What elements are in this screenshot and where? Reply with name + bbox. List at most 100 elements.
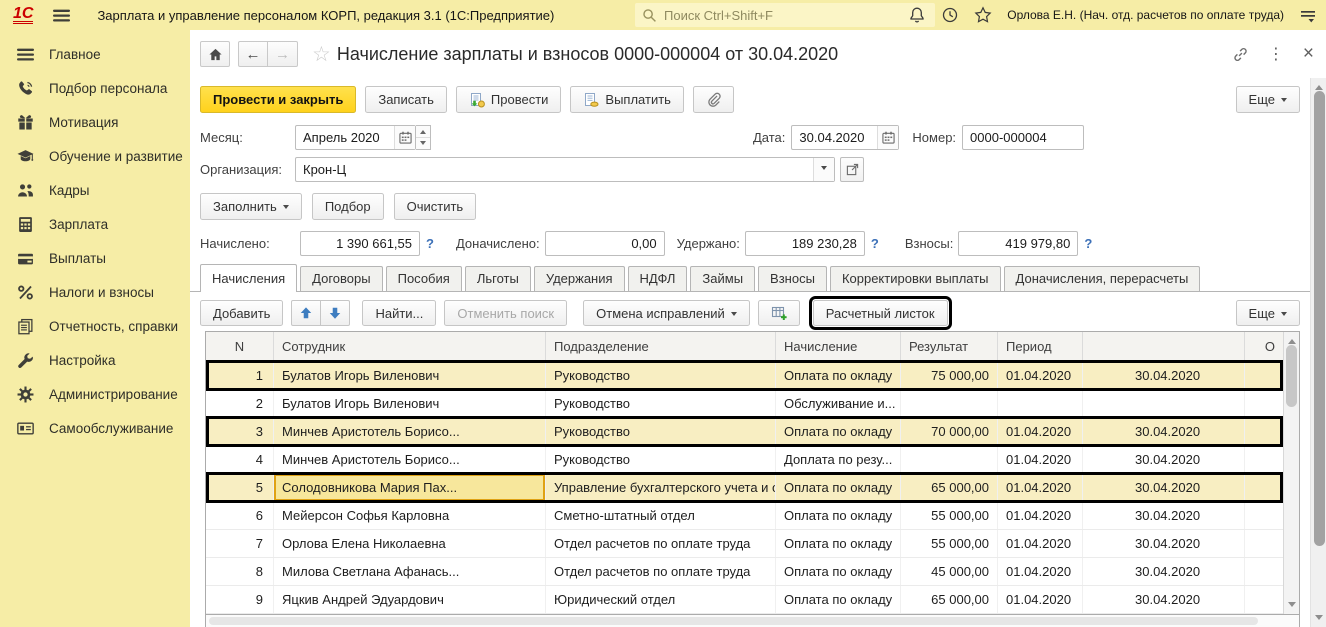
scrollbar-thumb[interactable] xyxy=(1286,345,1297,407)
table-row-9[interactable]: 9Яцкив Андрей ЭдуардовичЮридический отде… xyxy=(206,586,1283,614)
cell-employee[interactable]: Яцкив Андрей Эдуардович xyxy=(274,586,546,613)
cell-result[interactable] xyxy=(901,446,998,473)
cell-o[interactable] xyxy=(1245,586,1283,613)
organization-input[interactable] xyxy=(295,157,835,182)
move-down-button[interactable] xyxy=(321,300,350,326)
home-button[interactable] xyxy=(200,41,230,67)
cell-accrual[interactable]: Оплата по окладу xyxy=(776,558,901,585)
cell-employee[interactable]: Минчев Аристотель Борисо... xyxy=(274,446,546,473)
cell-n[interactable]: 1 xyxy=(206,362,274,389)
close-icon[interactable]: × xyxy=(1303,47,1314,61)
cell-accrual[interactable]: Доплата по резу... xyxy=(776,446,901,473)
cell-period_end[interactable]: 30.04.2020 xyxy=(1083,362,1245,389)
cell-employee[interactable]: Минчев Аристотель Борисо... xyxy=(274,418,546,445)
cell-result[interactable] xyxy=(901,390,998,417)
month-spinner[interactable] xyxy=(416,125,431,150)
cell-accrual[interactable]: Оплата по окладу xyxy=(776,586,901,613)
column-header-1[interactable]: Сотрудник xyxy=(274,332,546,361)
table-row-4[interactable]: 4Минчев Аристотель Борисо...РуководствоД… xyxy=(206,446,1283,474)
cell-n[interactable]: 3 xyxy=(206,418,274,445)
tab-8[interactable]: Взносы xyxy=(758,266,827,291)
cell-period_start[interactable]: 01.04.2020 xyxy=(998,586,1083,613)
search-input[interactable] xyxy=(662,7,928,24)
total-value[interactable] xyxy=(745,231,865,256)
cancel-corrections-button[interactable]: Отмена исправлений xyxy=(583,300,750,326)
scroll-up-icon[interactable] xyxy=(1315,81,1323,90)
user-menu[interactable]: Орлова Е.Н. (Нач. отд. расчетов по оплат… xyxy=(1007,8,1284,22)
cell-department[interactable]: Руководство xyxy=(546,446,776,473)
cell-employee[interactable]: Булатов Игорь Виленович xyxy=(274,390,546,417)
hint-link[interactable]: ? xyxy=(426,236,434,251)
cell-period_end[interactable]: 30.04.2020 xyxy=(1083,530,1245,557)
more-dots-icon[interactable]: ⋮ xyxy=(1268,44,1284,64)
table-row-1[interactable]: 1Булатов Игорь ВиленовичРуководствоОплат… xyxy=(206,362,1283,390)
add-row-button[interactable]: Добавить xyxy=(200,300,283,326)
date-value[interactable] xyxy=(792,126,877,149)
notifications-bell-icon[interactable] xyxy=(908,6,926,24)
cell-department[interactable]: Юридический отдел xyxy=(546,586,776,613)
cell-period_start[interactable]: 01.04.2020 xyxy=(998,530,1083,557)
cancel-search-button[interactable]: Отменить поиск xyxy=(444,300,567,326)
table-more-button[interactable]: Еще xyxy=(1236,300,1300,326)
sidebar-item-settings[interactable]: Настройка xyxy=(0,343,190,377)
sidebar-item-administration[interactable]: Администрирование xyxy=(0,377,190,411)
column-header-5[interactable]: Период xyxy=(998,332,1083,361)
cell-o[interactable] xyxy=(1245,502,1283,529)
month-value[interactable] xyxy=(296,126,394,149)
calendar-icon[interactable] xyxy=(394,126,415,149)
date-input[interactable] xyxy=(791,125,899,150)
payslip-button[interactable]: Расчетный листок xyxy=(813,300,948,326)
cell-employee[interactable]: Милова Светлана Афанась... xyxy=(274,558,546,585)
cell-accrual[interactable]: Оплата по окладу xyxy=(776,502,901,529)
cell-period_end[interactable]: 30.04.2020 xyxy=(1083,446,1245,473)
service-menu-icon[interactable] xyxy=(1299,6,1317,24)
sidebar-item-selfservice[interactable]: Самообслуживание xyxy=(0,411,190,445)
cell-n[interactable]: 9 xyxy=(206,586,274,613)
cell-period_start[interactable]: 01.04.2020 xyxy=(998,502,1083,529)
sidebar-item-payments[interactable]: Выплаты xyxy=(0,241,190,275)
column-header-6[interactable] xyxy=(1083,332,1245,361)
link-icon[interactable] xyxy=(1232,46,1249,63)
cell-n[interactable]: 4 xyxy=(206,446,274,473)
fill-button[interactable]: Заполнить xyxy=(200,193,302,220)
cell-period_start[interactable]: 01.04.2020 xyxy=(998,362,1083,389)
organization-value[interactable] xyxy=(296,158,813,181)
favorite-star-icon[interactable]: ☆ xyxy=(312,42,331,67)
table-horizontal-scrollbar[interactable] xyxy=(205,615,1300,627)
table-row-6[interactable]: 6Мейерсон Софья КарловнаСметно-штатный о… xyxy=(206,502,1283,530)
open-organization-button[interactable] xyxy=(840,157,864,182)
number-value[interactable] xyxy=(963,126,1083,149)
tab-6[interactable]: НДФЛ xyxy=(628,266,688,291)
tab-2[interactable]: Договоры xyxy=(300,266,382,291)
scrollbar-thumb[interactable] xyxy=(1314,91,1325,546)
cell-o[interactable] xyxy=(1245,530,1283,557)
cell-period_end[interactable] xyxy=(1083,390,1245,417)
total-value-input[interactable] xyxy=(959,232,1077,255)
sidebar-item-reporting[interactable]: Отчетность, справки xyxy=(0,309,190,343)
post-and-close-button[interactable]: Провести и закрыть xyxy=(200,86,356,113)
number-input[interactable] xyxy=(962,125,1084,150)
table-vertical-scrollbar[interactable] xyxy=(1283,332,1299,614)
cell-period_start[interactable]: 01.04.2020 xyxy=(998,558,1083,585)
cell-period_start[interactable] xyxy=(998,390,1083,417)
cell-result[interactable]: 75 000,00 xyxy=(901,362,998,389)
scroll-down-icon[interactable] xyxy=(1315,615,1323,624)
clear-button[interactable]: Очистить xyxy=(394,193,477,220)
scrollbar-thumb[interactable] xyxy=(209,617,1258,625)
sidebar-item-motivation[interactable]: Мотивация xyxy=(0,105,190,139)
column-header-0[interactable]: N xyxy=(206,332,274,361)
cell-period_end[interactable]: 30.04.2020 xyxy=(1083,558,1245,585)
table-row-2[interactable]: 2Булатов Игорь ВиленовичРуководствоОбслу… xyxy=(206,390,1283,418)
cell-o[interactable] xyxy=(1245,446,1283,473)
cell-accrual[interactable]: Обслуживание и... xyxy=(776,390,901,417)
column-header-4[interactable]: Результат xyxy=(901,332,998,361)
hint-link[interactable]: ? xyxy=(871,236,879,251)
sidebar-item-recruiting[interactable]: Подбор персонала xyxy=(0,71,190,105)
selection-button[interactable]: Подбор xyxy=(312,193,384,220)
cell-period_start[interactable]: 01.04.2020 xyxy=(998,418,1083,445)
attachments-button[interactable] xyxy=(693,86,734,113)
cell-department[interactable]: Руководство xyxy=(546,362,776,389)
table-settings-button[interactable] xyxy=(758,300,800,326)
cell-n[interactable]: 2 xyxy=(206,390,274,417)
scroll-down-icon[interactable] xyxy=(1288,602,1296,611)
